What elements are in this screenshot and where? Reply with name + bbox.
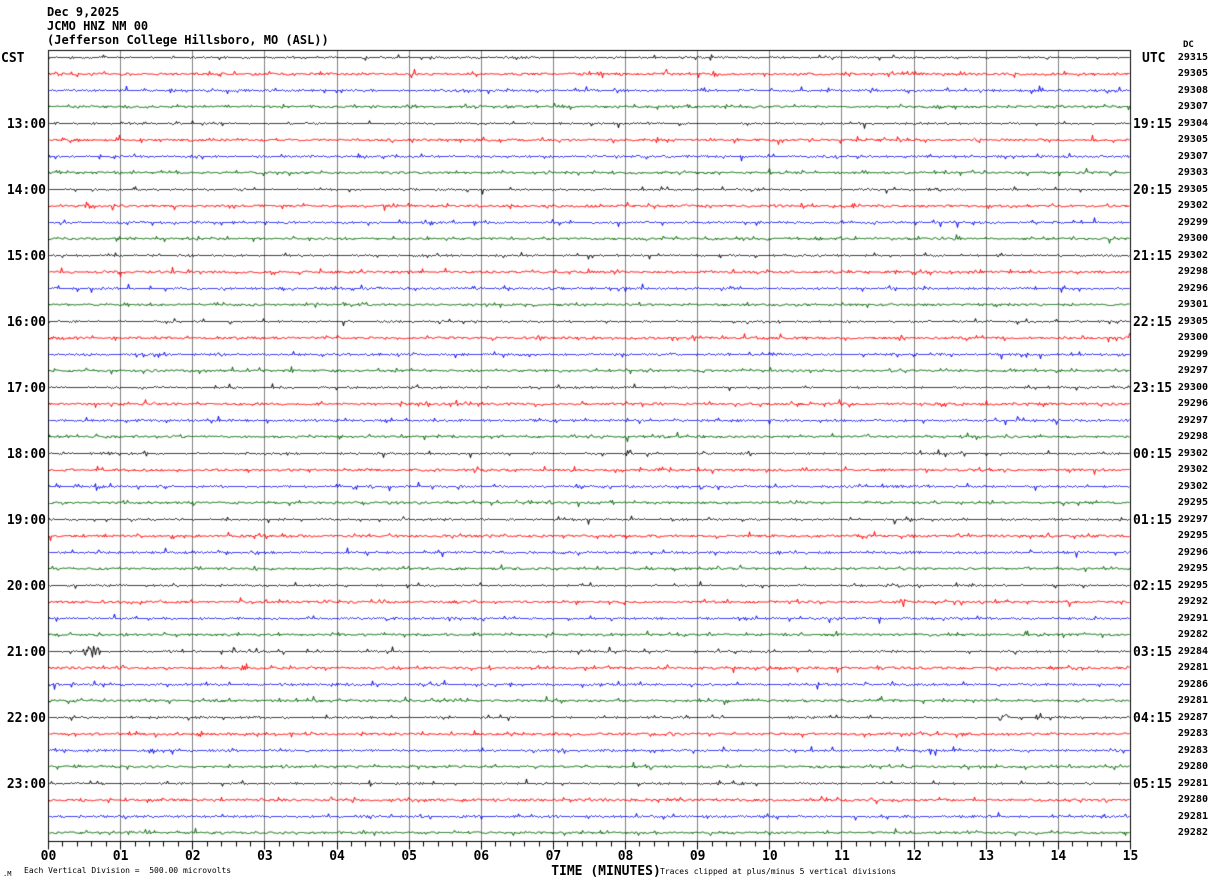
cst-hour-label: 21:00	[6, 644, 46, 660]
dc-value: 29308	[1177, 84, 1208, 96]
dc-value: 29296	[1177, 282, 1208, 294]
utc-hour-label: 00:15	[1133, 446, 1173, 462]
cst-hour-label: 18:00	[6, 446, 46, 462]
dc-value: 29280	[1177, 794, 1208, 805]
x-tick-label: 03	[257, 849, 273, 864]
dc-value: 29281	[1177, 695, 1208, 706]
dc-value: 29280	[1177, 761, 1208, 772]
dc-value: 29295	[1177, 563, 1208, 574]
dc-value: 29291	[1177, 612, 1208, 624]
dc-value: 29302	[1177, 200, 1208, 211]
dc-value: 29307	[1177, 150, 1208, 162]
x-tick-label: 11	[834, 849, 850, 864]
dc-value: 29281	[1177, 810, 1208, 822]
dc-value: 29305	[1177, 134, 1208, 145]
x-tick-label: 08	[617, 849, 634, 864]
cst-hour-label: 17:00	[6, 380, 46, 396]
dc-value: 29295	[1177, 579, 1208, 591]
utc-hour-label: 04:15	[1133, 710, 1173, 726]
utc-hour-label: 01:15	[1133, 512, 1173, 528]
dc-value: 29284	[1177, 645, 1208, 657]
dc-value: 29283	[1177, 744, 1208, 756]
dc-value: 29304	[1177, 117, 1208, 129]
dc-value: 29302	[1177, 480, 1208, 492]
x-tick-label: 15	[1122, 849, 1139, 864]
utc-hour-label: 22:15	[1133, 314, 1173, 330]
dc-value: 29295	[1177, 497, 1208, 508]
x-tick-label: 07	[545, 849, 562, 864]
dc-value: 29307	[1177, 101, 1208, 112]
dc-value: 29281	[1177, 662, 1208, 673]
dc-value: 29298	[1177, 266, 1208, 277]
dc-value: 29297	[1177, 513, 1208, 525]
dc-value: 29282	[1177, 827, 1208, 838]
dc-value: 29296	[1177, 398, 1208, 409]
cst-hour-label: 20:00	[6, 578, 46, 594]
utc-hour-label: 05:15	[1133, 776, 1173, 792]
x-tick-label: 04	[329, 849, 345, 864]
dc-value: 29299	[1177, 216, 1208, 228]
dc-value: 29282	[1177, 629, 1208, 640]
dc-value: 29302	[1177, 249, 1208, 261]
utc-hour-label: 20:15	[1133, 182, 1173, 198]
dc-value: 29298	[1177, 431, 1208, 442]
cst-hour-label: 13:00	[6, 116, 46, 132]
utc-hour-label: 21:15	[1133, 248, 1173, 264]
dc-value: 29305	[1177, 68, 1208, 79]
footer-mark: .M	[3, 870, 12, 878]
cst-hour-label: 15:00	[6, 248, 46, 264]
x-tick-label: 00	[40, 849, 57, 864]
helicorder-page: Dec 9,2025 JCMO HNZ NM 00 (Jefferson Col…	[0, 0, 1210, 886]
dc-value: 29305	[1177, 183, 1208, 195]
dc-value: 29305	[1177, 315, 1208, 327]
x-tick-label: 09	[689, 849, 706, 864]
dc-value: 29300	[1177, 381, 1208, 393]
footer-division-note: Each Vertical Division = 500.00 microvol…	[24, 866, 232, 875]
dc-value: 29300	[1177, 332, 1208, 343]
dc-value: 29302	[1177, 447, 1208, 459]
x-tick-label: 12	[906, 849, 922, 864]
dc-value: 29295	[1177, 530, 1208, 541]
dc-value: 29292	[1177, 596, 1208, 607]
cst-hour-label: 16:00	[6, 314, 46, 330]
dc-value: 29299	[1177, 348, 1208, 360]
x-tick-label: 01	[112, 849, 129, 864]
dc-value: 29315	[1177, 51, 1208, 63]
dc-value: 29286	[1177, 678, 1208, 690]
dc-value: 29301	[1177, 299, 1208, 310]
x-tick-label: 05	[401, 849, 417, 864]
utc-hour-label: 23:15	[1133, 380, 1173, 396]
utc-hour-label: 19:15	[1133, 116, 1173, 132]
seismogram-trace-plot	[0, 0, 1210, 886]
x-axis-title: TIME (MINUTES)	[551, 864, 661, 879]
x-tick-label: 14	[1050, 849, 1067, 864]
cst-hour-label: 14:00	[6, 182, 46, 198]
cst-hour-label: 23:00	[6, 776, 46, 792]
cst-hour-label: 19:00	[6, 512, 46, 528]
x-tick-label: 10	[762, 849, 778, 864]
dc-value: 29297	[1177, 365, 1208, 376]
dc-value: 29287	[1177, 711, 1208, 723]
dc-value: 29281	[1177, 777, 1208, 789]
dc-value: 29303	[1177, 167, 1208, 178]
x-tick-label: 06	[473, 849, 490, 864]
cst-hour-label: 22:00	[6, 710, 46, 726]
x-tick-label: 02	[184, 849, 201, 864]
x-tick-label: 13	[978, 849, 995, 864]
dc-value: 29302	[1177, 464, 1208, 475]
utc-hour-label: 02:15	[1133, 578, 1173, 594]
dc-value: 29283	[1177, 728, 1208, 739]
dc-value: 29296	[1177, 546, 1208, 558]
utc-hour-label: 03:15	[1133, 644, 1173, 660]
dc-value: 29297	[1177, 414, 1208, 426]
footer-clip-note: Traces clipped at plus/minus 5 vertical …	[660, 867, 897, 876]
dc-value: 29300	[1177, 233, 1208, 244]
